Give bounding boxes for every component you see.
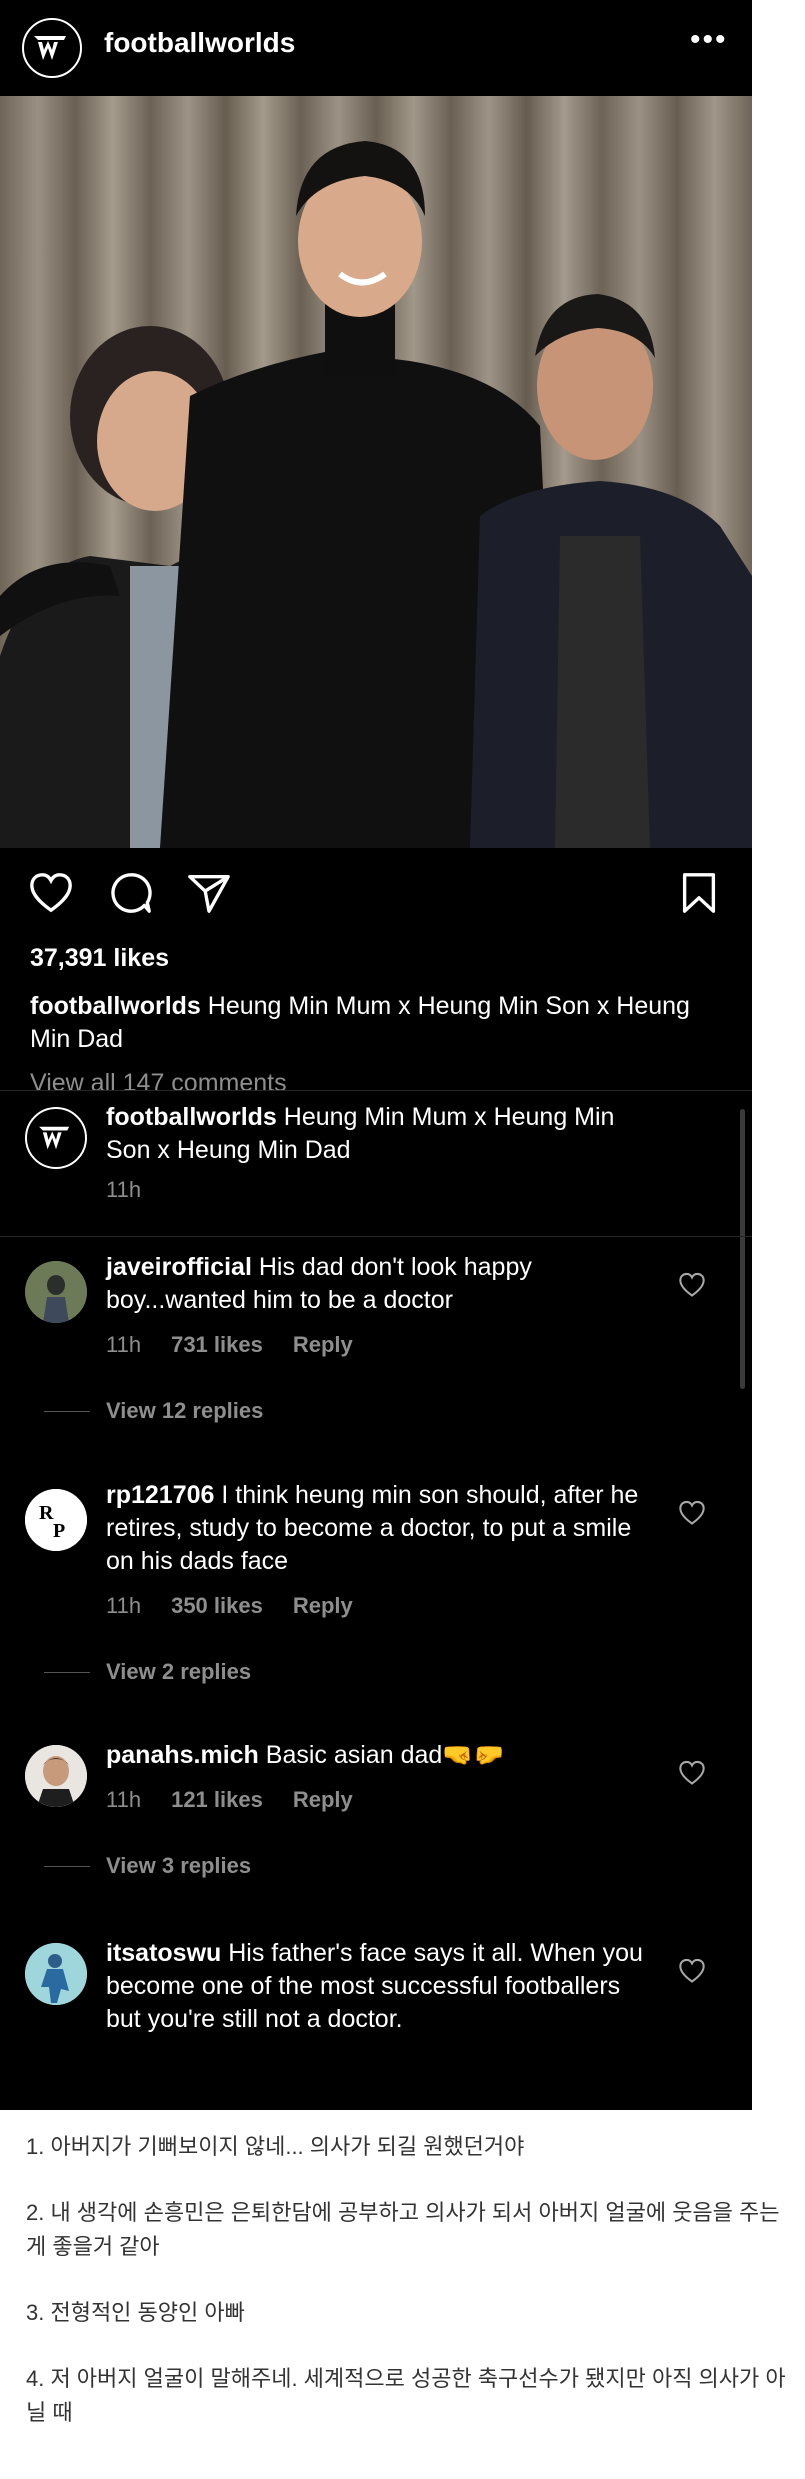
comment-username[interactable]: javeirofficial xyxy=(106,1253,252,1281)
translation-line: 3. 전형적인 동양인 아빠 xyxy=(26,2300,245,2325)
comment-time: 11h xyxy=(106,1593,142,1618)
reply-button[interactable]: Reply xyxy=(293,1332,353,1357)
comment-text: panahs.mich Basic asian dad🤜🤛 xyxy=(106,1739,646,1772)
post-actions xyxy=(0,860,752,930)
translation-line: 1. 아버지가 기뻐보이지 않네... 의사가 되길 원했던거야 xyxy=(26,2134,525,2159)
view-replies-link[interactable]: View 3 replies xyxy=(43,1853,251,1879)
comment-username[interactable]: itsatoswu xyxy=(106,1939,221,1967)
w-logo-icon xyxy=(39,1126,70,1150)
reply-button[interactable]: Reply xyxy=(293,1593,353,1618)
avatar[interactable] xyxy=(25,1261,87,1323)
post-photo[interactable] xyxy=(0,96,752,848)
divider xyxy=(0,1236,752,1237)
heart-icon[interactable] xyxy=(678,1499,706,1527)
comment-username[interactable]: rp121706 xyxy=(106,1481,214,1509)
comment-meta: 11h xyxy=(106,1177,171,1203)
svg-text:R: R xyxy=(39,1502,54,1524)
translation-line: 4. 저 아버지 얼굴이 말해주네. 세계적으로 성공한 축구선수가 됐지만 아… xyxy=(26,2366,786,2425)
scrollbar[interactable] xyxy=(740,1109,745,1389)
comment-likes[interactable]: 350 likes xyxy=(171,1593,263,1618)
comment-meta: 11h 350 likes Reply xyxy=(106,1593,383,1619)
comment-text: javeirofficial His dad don't look happy … xyxy=(106,1251,646,1317)
account-username[interactable]: footballworlds xyxy=(104,27,295,59)
caption-username[interactable]: footballworlds xyxy=(30,992,201,1020)
like-count[interactable]: 37,391 likes xyxy=(30,944,169,973)
more-icon[interactable]: ••• xyxy=(690,25,728,55)
reply-button[interactable]: Reply xyxy=(293,1787,353,1812)
heart-icon[interactable] xyxy=(678,1271,706,1299)
comment-time: 11h xyxy=(106,1332,142,1357)
comment-meta: 11h 121 likes Reply xyxy=(106,1787,383,1813)
avatar[interactable] xyxy=(25,1745,87,1807)
post-header: footballworlds ••• xyxy=(0,0,752,96)
comment-text: itsatoswu His father's face says it all.… xyxy=(106,1937,646,2036)
translation-line: 2. 내 생각에 손흥민은 은퇴한담에 공부하고 의사가 되서 아버지 얼굴에 … xyxy=(26,2200,780,2259)
comment-likes[interactable]: 121 likes xyxy=(171,1787,263,1812)
w-logo-icon xyxy=(34,36,66,60)
comment-time: 11h xyxy=(106,1177,142,1202)
heart-icon[interactable] xyxy=(678,1759,706,1787)
heart-icon[interactable] xyxy=(28,870,74,916)
comment-time: 11h xyxy=(106,1787,142,1812)
instagram-post: footballworlds ••• 37,391 likes football… xyxy=(0,0,752,2110)
comment-username[interactable]: footballworlds xyxy=(106,1103,277,1131)
post-caption: footballworlds Heung Min Mum x Heung Min… xyxy=(30,990,720,1056)
avatar[interactable] xyxy=(25,1943,87,2005)
comment-body: Basic asian dad🤜🤛 xyxy=(258,1741,505,1769)
avatar-photo xyxy=(25,1943,87,2005)
svg-text:P: P xyxy=(53,1520,65,1542)
comment-icon[interactable] xyxy=(108,870,154,916)
translation-notes: 1. 아버지가 기뻐보이지 않네... 의사가 되길 원했던거야 2. 내 생각… xyxy=(26,2130,796,2462)
view-replies-link[interactable]: View 2 replies xyxy=(43,1659,251,1685)
view-replies-link[interactable]: View 12 replies xyxy=(43,1398,263,1424)
heart-icon[interactable] xyxy=(678,1957,706,1985)
comment-text: footballworlds Heung Min Mum x Heung Min… xyxy=(106,1101,646,1167)
bookmark-icon[interactable] xyxy=(676,870,722,916)
comment-meta: 11h 731 likes Reply xyxy=(106,1332,383,1358)
account-avatar[interactable] xyxy=(22,18,82,78)
comment-username[interactable]: panahs.mich xyxy=(106,1741,259,1769)
avatar[interactable]: RP xyxy=(25,1489,87,1551)
comment-likes[interactable]: 731 likes xyxy=(171,1332,263,1357)
avatar-photo xyxy=(25,1745,87,1807)
avatar[interactable] xyxy=(25,1107,87,1169)
rp-logo-icon: RP xyxy=(25,1489,87,1551)
share-icon[interactable] xyxy=(186,870,232,916)
comment-text: rp121706 I think heung min son should, a… xyxy=(106,1479,646,1578)
family-photo-image xyxy=(0,96,752,848)
comments-panel: footballworlds Heung Min Mum x Heung Min… xyxy=(0,1090,752,2110)
avatar-photo xyxy=(25,1261,87,1323)
